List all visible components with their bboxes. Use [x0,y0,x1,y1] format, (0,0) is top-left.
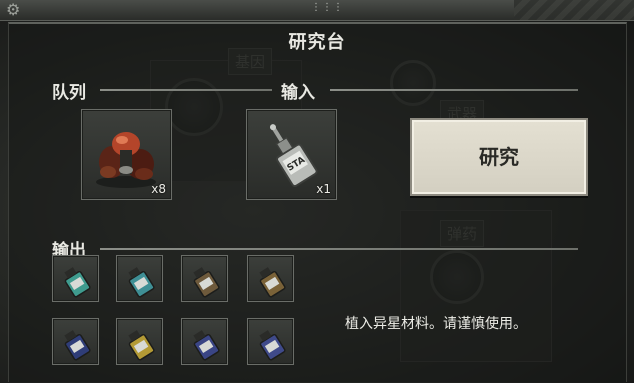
vial-brown-icon [259,267,286,298]
output-slot[interactable] [247,318,294,365]
queue-divider [100,89,272,91]
drag-handle-icon[interactable]: ⋮⋮⋮ [311,2,344,13]
queue-item-count: x8 [151,182,166,196]
gear-icon[interactable]: ⚙ [6,1,20,19]
output-slot[interactable] [247,255,294,302]
vial-brown-icon [193,267,220,298]
output-slot[interactable] [52,318,99,365]
warning-text: 植入异星材料。请谨慎使用。 [345,316,527,332]
output-slot[interactable] [116,318,163,365]
output-slot[interactable] [52,255,99,302]
output-divider [100,248,578,250]
top-bar: ⚙ ⋮⋮⋮ [0,0,634,21]
input-divider [330,89,578,91]
vial-navy-icon [259,330,286,361]
queue-slot[interactable]: x8 [81,109,172,200]
input-item-count: x1 [316,182,331,196]
output-slot[interactable] [181,255,228,302]
input-label: 输入 [281,83,315,103]
input-slot[interactable]: STA x1 [246,109,337,200]
queue-label: 队列 [52,83,86,103]
output-slot[interactable] [181,318,228,365]
vial-navy-icon [64,330,91,361]
game-screen: 基因 武器 弹药 ⚙ ⋮⋮⋮ 研究台 队列 输入 x8 [0,0,634,383]
research-button[interactable]: 研究 [410,118,588,196]
vial-navy-icon [193,330,220,361]
output-slot[interactable] [116,255,163,302]
vial-teal-icon [128,267,155,298]
vial-yellow-icon [128,330,155,361]
vial-teal-icon [64,267,91,298]
research-window [8,22,627,382]
window-title: 研究台 [288,32,346,53]
hazard-stripes [514,0,634,20]
